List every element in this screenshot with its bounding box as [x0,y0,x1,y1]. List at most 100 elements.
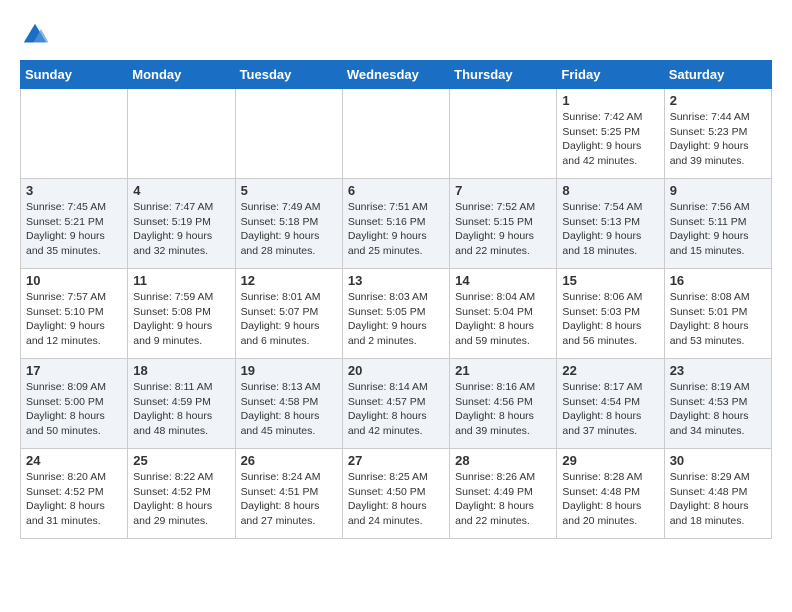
day-number: 8 [562,183,658,198]
day-info: Sunrise: 7:42 AM Sunset: 5:25 PM Dayligh… [562,110,658,169]
day-number: 14 [455,273,551,288]
calendar-day-25: 25 Sunrise: 8:22 AM Sunset: 4:52 PM Dayli… [128,449,235,539]
calendar-week-5: 24Sunrise: 8:20 AM Sunset: 4:52 PM Dayli… [21,449,772,539]
calendar-day-16: 16Sunrise: 8:08 AM Sunset: 5:01 PM Dayli… [664,269,771,359]
calendar-day-4: 4Sunrise: 7:47 AM Sunset: 5:19 PM Daylig… [128,179,235,269]
day-number: 4 [133,183,229,198]
day-number: 29 [562,453,658,468]
calendar-day-1: 1 Sunrise: 7:42 AM Sunset: 5:25 PM Daylig… [557,89,664,179]
day-number: 11 [133,273,229,288]
logo [20,20,54,50]
calendar-day-11: 11 Sunrise: 7:59 AM Sunset: 5:08 PM Dayli… [128,269,235,359]
day-info: Sunrise: 8:16 AM Sunset: 4:56 PM Dayligh… [455,380,551,439]
calendar: SundayMondayTuesdayWednesdayThursdayFrid… [20,60,772,539]
calendar-day-28: 28 Sunrise: 8:26 AM Sunset: 4:49 PM Dayli… [450,449,557,539]
calendar-week-3: 10 Sunrise: 7:57 AM Sunset: 5:10 PM Dayli… [21,269,772,359]
day-info: Sunrise: 8:24 AM Sunset: 4:51 PM Dayligh… [241,470,337,529]
day-info: Sunrise: 8:26 AM Sunset: 4:49 PM Dayligh… [455,470,551,529]
calendar-day-14: 14 Sunrise: 8:04 AM Sunset: 5:04 PM Dayli… [450,269,557,359]
day-info: Sunrise: 7:59 AM Sunset: 5:08 PM Dayligh… [133,290,229,349]
calendar-header-row: SundayMondayTuesdayWednesdayThursdayFrid… [21,61,772,89]
day-info: Sunrise: 8:29 AM Sunset: 4:48 PM Dayligh… [670,470,766,529]
day-info: Sunrise: 7:54 AM Sunset: 5:13 PM Dayligh… [562,200,658,259]
day-info: Sunrise: 8:01 AM Sunset: 5:07 PM Dayligh… [241,290,337,349]
day-info: Sunrise: 8:14 AM Sunset: 4:57 PM Dayligh… [348,380,444,439]
calendar-day-6: 6 Sunrise: 7:51 AM Sunset: 5:16 PM Daylig… [342,179,449,269]
day-number: 26 [241,453,337,468]
calendar-day-10: 10 Sunrise: 7:57 AM Sunset: 5:10 PM Dayli… [21,269,128,359]
calendar-day-3: 3Sunrise: 7:45 AM Sunset: 5:21 PM Daylig… [21,179,128,269]
header-thursday: Thursday [450,61,557,89]
calendar-empty [21,89,128,179]
calendar-week-2: 3Sunrise: 7:45 AM Sunset: 5:21 PM Daylig… [21,179,772,269]
day-number: 6 [348,183,444,198]
day-info: Sunrise: 7:57 AM Sunset: 5:10 PM Dayligh… [26,290,122,349]
calendar-day-20: 20 Sunrise: 8:14 AM Sunset: 4:57 PM Dayli… [342,359,449,449]
calendar-empty [235,89,342,179]
calendar-day-29: 29 Sunrise: 8:28 AM Sunset: 4:48 PM Dayli… [557,449,664,539]
day-number: 9 [670,183,766,198]
calendar-day-27: 27 Sunrise: 8:25 AM Sunset: 4:50 PM Dayli… [342,449,449,539]
day-number: 5 [241,183,337,198]
day-number: 23 [670,363,766,378]
day-info: Sunrise: 7:56 AM Sunset: 5:11 PM Dayligh… [670,200,766,259]
day-info: Sunrise: 8:28 AM Sunset: 4:48 PM Dayligh… [562,470,658,529]
day-number: 7 [455,183,551,198]
day-info: Sunrise: 8:06 AM Sunset: 5:03 PM Dayligh… [562,290,658,349]
day-number: 27 [348,453,444,468]
calendar-day-22: 22Sunrise: 8:17 AM Sunset: 4:54 PM Dayli… [557,359,664,449]
day-number: 21 [455,363,551,378]
day-number: 13 [348,273,444,288]
day-info: Sunrise: 7:51 AM Sunset: 5:16 PM Dayligh… [348,200,444,259]
header-wednesday: Wednesday [342,61,449,89]
day-info: Sunrise: 8:04 AM Sunset: 5:04 PM Dayligh… [455,290,551,349]
header-sunday: Sunday [21,61,128,89]
calendar-day-5: 5 Sunrise: 7:49 AM Sunset: 5:18 PM Daylig… [235,179,342,269]
calendar-day-8: 8 Sunrise: 7:54 AM Sunset: 5:13 PM Daylig… [557,179,664,269]
calendar-day-18: 18Sunrise: 8:11 AM Sunset: 4:59 PM Dayli… [128,359,235,449]
day-info: Sunrise: 7:49 AM Sunset: 5:18 PM Dayligh… [241,200,337,259]
day-number: 3 [26,183,122,198]
day-info: Sunrise: 8:08 AM Sunset: 5:01 PM Dayligh… [670,290,766,349]
day-info: Sunrise: 8:13 AM Sunset: 4:58 PM Dayligh… [241,380,337,439]
day-info: Sunrise: 7:44 AM Sunset: 5:23 PM Dayligh… [670,110,766,169]
logo-icon [20,20,50,50]
day-info: Sunrise: 7:52 AM Sunset: 5:15 PM Dayligh… [455,200,551,259]
calendar-day-2: 2 Sunrise: 7:44 AM Sunset: 5:23 PM Daylig… [664,89,771,179]
calendar-day-17: 17 Sunrise: 8:09 AM Sunset: 5:00 PM Dayli… [21,359,128,449]
day-number: 25 [133,453,229,468]
calendar-day-26: 26 Sunrise: 8:24 AM Sunset: 4:51 PM Dayli… [235,449,342,539]
day-info: Sunrise: 8:25 AM Sunset: 4:50 PM Dayligh… [348,470,444,529]
day-number: 24 [26,453,122,468]
day-number: 12 [241,273,337,288]
calendar-day-23: 23 Sunrise: 8:19 AM Sunset: 4:53 PM Dayli… [664,359,771,449]
calendar-day-7: 7 Sunrise: 7:52 AM Sunset: 5:15 PM Daylig… [450,179,557,269]
calendar-day-12: 12 Sunrise: 8:01 AM Sunset: 5:07 PM Dayli… [235,269,342,359]
day-number: 28 [455,453,551,468]
day-number: 17 [26,363,122,378]
day-number: 22 [562,363,658,378]
day-info: Sunrise: 8:09 AM Sunset: 5:00 PM Dayligh… [26,380,122,439]
calendar-day-21: 21 Sunrise: 8:16 AM Sunset: 4:56 PM Dayli… [450,359,557,449]
day-number: 20 [348,363,444,378]
day-info: Sunrise: 8:22 AM Sunset: 4:52 PM Dayligh… [133,470,229,529]
calendar-empty [128,89,235,179]
day-info: Sunrise: 8:19 AM Sunset: 4:53 PM Dayligh… [670,380,766,439]
day-number: 2 [670,93,766,108]
day-number: 15 [562,273,658,288]
day-info: Sunrise: 8:11 AM Sunset: 4:59 PM Dayligh… [133,380,229,439]
day-info: Sunrise: 8:03 AM Sunset: 5:05 PM Dayligh… [348,290,444,349]
header-friday: Friday [557,61,664,89]
day-number: 1 [562,93,658,108]
page-header [20,20,772,50]
calendar-empty [342,89,449,179]
header-tuesday: Tuesday [235,61,342,89]
calendar-week-1: 1 Sunrise: 7:42 AM Sunset: 5:25 PM Daylig… [21,89,772,179]
header-saturday: Saturday [664,61,771,89]
calendar-day-15: 15 Sunrise: 8:06 AM Sunset: 5:03 PM Dayli… [557,269,664,359]
day-number: 10 [26,273,122,288]
calendar-day-30: 30Sunrise: 8:29 AM Sunset: 4:48 PM Dayli… [664,449,771,539]
calendar-day-24: 24Sunrise: 8:20 AM Sunset: 4:52 PM Dayli… [21,449,128,539]
day-number: 19 [241,363,337,378]
calendar-week-4: 17 Sunrise: 8:09 AM Sunset: 5:00 PM Dayli… [21,359,772,449]
